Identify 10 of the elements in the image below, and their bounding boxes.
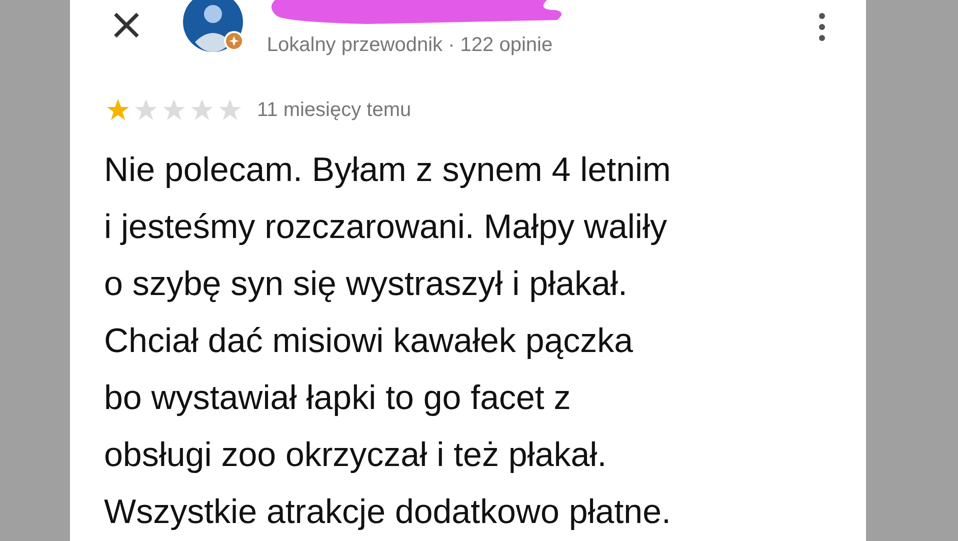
review-text: Nie polecam. Byłam z synem 4 letnim i jesteśmy rozczarowani. Małpy waliły o szybę syn się wystraszył i płakał. Chciał dać misiowi kawałek pączka bo wystawiał łapki to go facet z obsługi zoo okrzyczał i też płakał. Wszystkie atrakcje dodatkowo płatne. [104,150,672,533]
star-icon [105,98,131,122]
close-button[interactable]: × [108,5,145,45]
review-time: 11 miesięcy temu [257,98,412,122]
reviewer-info: Lokalny przewodnik · 122 opinie [266,34,554,57]
star-icon [189,98,215,122]
more-options-icon[interactable] [818,12,826,42]
star-icon [161,98,187,122]
star-icon [217,98,243,122]
star-icon [133,98,159,122]
